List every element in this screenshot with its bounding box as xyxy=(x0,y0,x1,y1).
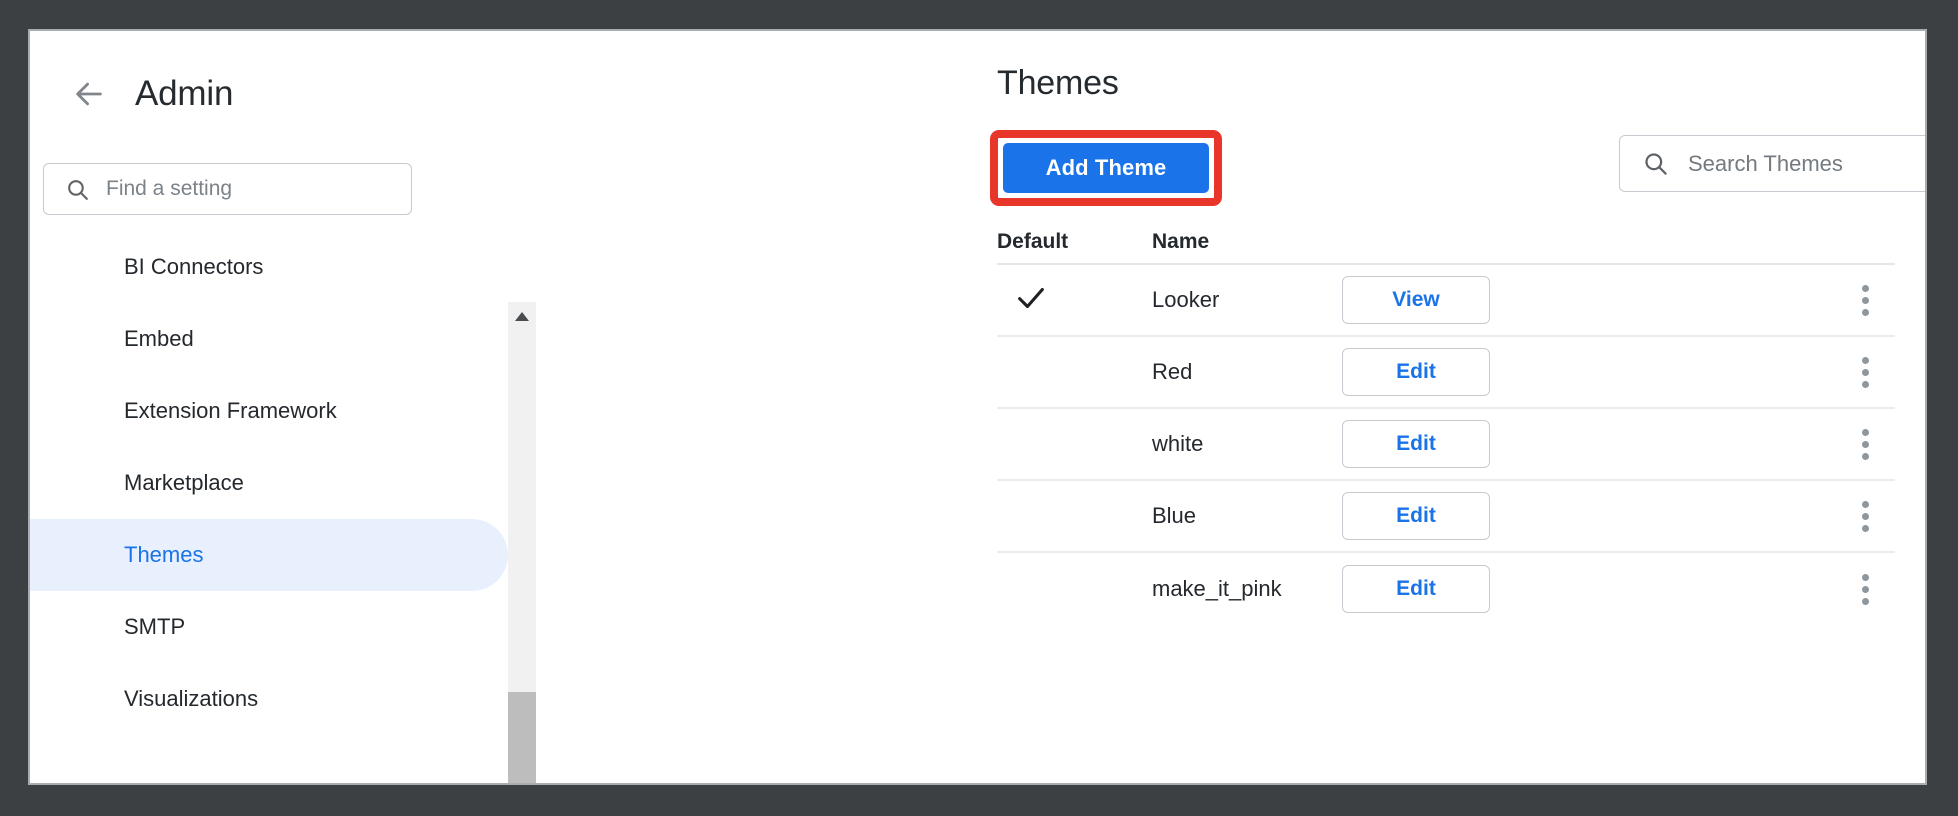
sidebar-item-themes[interactable]: Themes xyxy=(30,519,508,591)
kebab-menu-icon[interactable] xyxy=(1835,357,1895,388)
table-header-row: Default Name xyxy=(997,221,1895,265)
kebab-menu-icon[interactable] xyxy=(1835,501,1895,532)
find-setting-field[interactable] xyxy=(43,163,412,215)
sidebar-item-label: SMTP xyxy=(124,614,185,640)
edit-theme-button[interactable]: Edit xyxy=(1342,420,1490,468)
sidebar-item-label: Marketplace xyxy=(124,470,244,496)
theme-name: white xyxy=(1152,431,1342,457)
action-cell: Edit xyxy=(1342,348,1522,396)
search-icon xyxy=(65,177,90,202)
default-cell xyxy=(997,281,1152,320)
table-row[interactable]: Blue Edit xyxy=(997,481,1895,553)
sidebar-item-bi-connectors[interactable]: BI Connectors xyxy=(30,253,508,303)
kebab-dots xyxy=(1862,429,1869,460)
table-row[interactable]: Red Edit xyxy=(997,337,1895,409)
search-themes-field[interactable] xyxy=(1619,135,1927,192)
theme-name: Looker xyxy=(1152,287,1342,313)
sidebar-item-label: Themes xyxy=(124,542,203,568)
sidebar-item-marketplace[interactable]: Marketplace xyxy=(30,447,508,519)
column-header-default: Default xyxy=(997,230,1152,254)
table-row[interactable]: white Edit xyxy=(997,409,1895,481)
admin-header: Admin xyxy=(30,31,536,127)
sidebar-item-visualizations[interactable]: Visualizations xyxy=(30,663,508,735)
page-title-themes: Themes xyxy=(997,64,1119,103)
table-row[interactable]: Looker View xyxy=(997,265,1895,337)
kebab-dots xyxy=(1862,285,1869,316)
kebab-menu-icon[interactable] xyxy=(1835,285,1895,316)
theme-name: Red xyxy=(1152,359,1342,385)
view-theme-button[interactable]: View xyxy=(1342,276,1490,324)
action-cell: Edit xyxy=(1342,565,1522,613)
themes-table: Default Name Looker View xyxy=(536,221,1925,625)
sidebar-item-label: Extension Framework xyxy=(124,398,337,424)
add-theme-highlight-ring: Add Theme xyxy=(990,130,1222,206)
sidebar-item-embed[interactable]: Embed xyxy=(30,303,508,375)
check-icon xyxy=(1014,281,1048,320)
arrow-left-icon[interactable] xyxy=(72,77,106,111)
admin-nav-list: BI Connectors Embed Extension Framework … xyxy=(30,253,536,783)
themes-main-content: Themes Add Theme Default Name xyxy=(536,31,1925,783)
column-header-name: Name xyxy=(1152,230,1342,254)
triangle-up-icon[interactable] xyxy=(508,302,536,330)
find-setting-input[interactable] xyxy=(90,177,411,201)
action-cell: Edit xyxy=(1342,420,1522,468)
sidebar-scrollbar[interactable] xyxy=(508,302,536,783)
search-icon xyxy=(1642,150,1669,177)
sidebar-item-label: Embed xyxy=(124,326,194,352)
page-title-admin: Admin xyxy=(135,74,233,114)
admin-sidebar-panel: Admin BI Connectors Embed Extension xyxy=(30,31,536,783)
edit-theme-button[interactable]: Edit xyxy=(1342,348,1490,396)
sidebar-item-smtp[interactable]: SMTP xyxy=(30,591,508,663)
theme-name: make_it_pink xyxy=(1152,576,1342,602)
kebab-menu-icon[interactable] xyxy=(1835,429,1895,460)
kebab-dots xyxy=(1862,501,1869,532)
table-row[interactable]: make_it_pink Edit xyxy=(997,553,1895,625)
search-themes-input[interactable] xyxy=(1669,151,1927,177)
sidebar-item-extension-framework[interactable]: Extension Framework xyxy=(30,375,508,447)
sidebar-scrollbar-thumb[interactable] xyxy=(508,692,536,783)
action-cell: Edit xyxy=(1342,492,1522,540)
edit-theme-button[interactable]: Edit xyxy=(1342,492,1490,540)
kebab-dots xyxy=(1862,357,1869,388)
add-theme-button[interactable]: Add Theme xyxy=(1003,143,1209,193)
sidebar-item-label: Visualizations xyxy=(124,686,258,712)
kebab-dots xyxy=(1862,574,1869,605)
action-cell: View xyxy=(1342,276,1522,324)
edit-theme-button[interactable]: Edit xyxy=(1342,565,1490,613)
admin-window: Admin BI Connectors Embed Extension xyxy=(28,29,1927,785)
sidebar-item-label: BI Connectors xyxy=(124,254,263,280)
kebab-menu-icon[interactable] xyxy=(1835,574,1895,605)
theme-name: Blue xyxy=(1152,503,1342,529)
